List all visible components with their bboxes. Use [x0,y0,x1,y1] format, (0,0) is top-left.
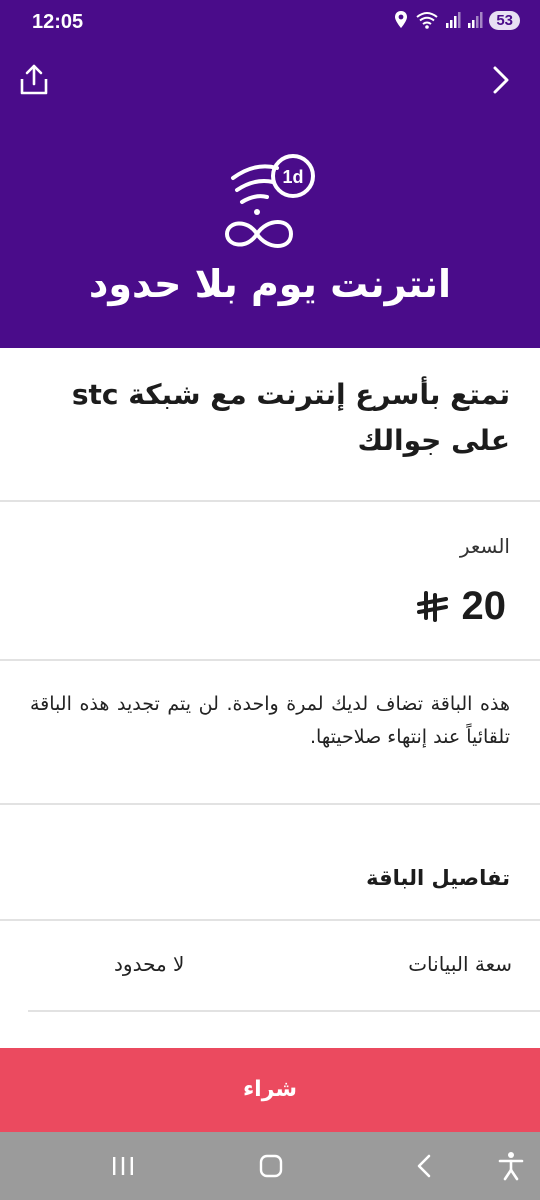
divider [0,500,540,502]
detail-key: سعة البيانات [408,952,512,976]
divider [0,919,540,921]
detail-value: لا محدود [114,952,185,976]
details-heading: تفاصيل الباقة [366,866,510,890]
product-header: 1d انترنت يوم بلا حدود [0,48,540,348]
price-amount: 20 [461,584,507,628]
signal-icon [446,12,461,28]
divider [0,659,540,661]
recent-apps-icon[interactable] [106,1150,140,1182]
detail-row-data-capacity: سعة البيانات لا محدود [28,922,512,1012]
page-title: انترنت يوم بلا حدود [88,262,452,306]
status-time: 12:05 [32,11,84,33]
home-icon[interactable] [254,1150,288,1182]
badge-text-1d: 1d [282,167,303,187]
unlimited-data-icon: 1d [225,154,315,248]
chevron-right-icon[interactable] [486,62,516,98]
share-icon[interactable] [16,62,52,98]
status-icons: 53 [393,10,520,30]
accessibility-icon[interactable] [494,1150,528,1182]
divider [0,803,540,805]
location-icon [395,11,408,28]
package-description: هذه الباقة تضاف لديك لمرة واحدة. لن يتم … [30,693,510,748]
navigation-bar [0,1132,540,1200]
buy-button[interactable]: شراء [0,1048,540,1132]
back-icon[interactable] [408,1150,442,1182]
signal-icon-secondary [468,12,483,28]
divider [28,1010,540,1012]
status-bar: 12:05 53 [0,0,540,48]
riyal-icon [416,590,448,622]
price-value: 20 [416,584,507,629]
wifi-icon [416,12,438,29]
price-label: السعر [459,534,510,558]
battery-indicator: 53 [489,10,520,30]
product-subtitle: تمتع بأسرع إنترنت مع شبكة stc على جوالك [71,378,510,457]
